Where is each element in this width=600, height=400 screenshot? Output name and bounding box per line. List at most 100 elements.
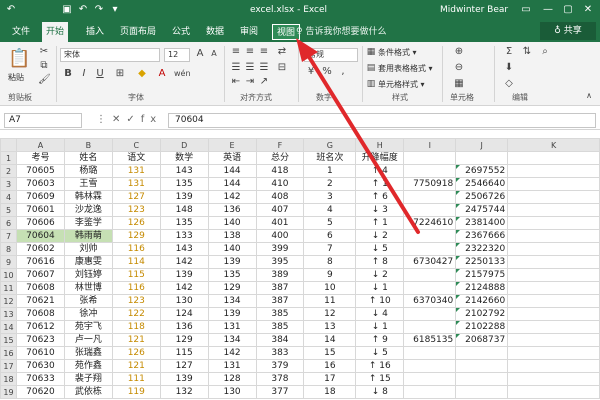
cell[interactable]: 114 [111, 255, 161, 269]
italic-icon[interactable]: I [78, 68, 90, 80]
increase-indent-icon[interactable]: ⇥ [244, 76, 256, 88]
sort-filter-icon[interactable]: ⇅ [520, 46, 534, 58]
cell[interactable]: 116 [111, 242, 161, 256]
cell[interactable] [403, 281, 457, 295]
column-header[interactable]: J [455, 138, 509, 152]
cell[interactable]: 126 [111, 216, 161, 230]
cut-icon[interactable]: ✂ [38, 46, 50, 58]
cell[interactable]: 389 [255, 268, 305, 282]
cell[interactable]: ↑ 15 [355, 372, 405, 386]
cell[interactable]: 123 [111, 203, 161, 217]
cell[interactable]: 144 [207, 177, 257, 191]
cell[interactable]: 395 [255, 255, 305, 269]
cell[interactable]: 407 [255, 203, 305, 217]
bold-icon[interactable]: B [62, 68, 74, 80]
cell[interactable] [403, 359, 457, 373]
cell[interactable]: 13 [303, 320, 357, 334]
cell[interactable] [507, 268, 600, 282]
cell[interactable]: 70601 [15, 203, 65, 217]
cell[interactable] [403, 203, 457, 217]
cell[interactable]: 124 [159, 307, 209, 321]
row-header[interactable]: 2 [0, 164, 17, 178]
row-header[interactable]: 17 [0, 359, 17, 373]
cell[interactable]: 韩雨萌 [63, 229, 113, 243]
cell[interactable]: 136 [159, 320, 209, 334]
cell[interactable]: ↑ 1 [355, 177, 405, 191]
customize-toolbar-icon[interactable]: ▾ [108, 3, 122, 17]
cell[interactable]: 139 [207, 255, 257, 269]
cell-style-button[interactable]: 单元格样式 ▾ [378, 79, 425, 90]
cell[interactable]: ↓ 5 [355, 242, 405, 256]
cell[interactable]: 377 [255, 385, 305, 399]
cell[interactable]: 张希 [63, 294, 113, 308]
cell[interactable]: 135 [159, 177, 209, 191]
cell[interactable]: 17 [303, 372, 357, 386]
cell[interactable]: 14 [303, 333, 357, 347]
cell[interactable]: 143 [159, 164, 209, 178]
cell[interactable]: ↓ 3 [355, 203, 405, 217]
cell[interactable]: 康惠雯 [63, 255, 113, 269]
cell[interactable]: 9 [303, 268, 357, 282]
cell[interactable]: 考号 [15, 151, 65, 165]
cell[interactable]: 140 [207, 242, 257, 256]
cell[interactable]: 2 [303, 177, 357, 191]
cell[interactable]: 70606 [15, 216, 65, 230]
decrease-indent-icon[interactable]: ⇤ [230, 76, 242, 88]
orientation-icon[interactable]: ↗ [258, 76, 270, 88]
cell[interactable]: 数学 [159, 151, 209, 165]
cell[interactable] [507, 372, 600, 386]
cell[interactable]: 378 [255, 372, 305, 386]
cell[interactable]: 139 [159, 190, 209, 204]
cell[interactable]: 李鉴学 [63, 216, 113, 230]
cell[interactable]: 70621 [15, 294, 65, 308]
cell[interactable]: 70603 [15, 177, 65, 191]
cell[interactable]: ↑ 6 [355, 190, 405, 204]
cell[interactable] [507, 177, 600, 191]
cell[interactable]: 131 [111, 177, 161, 191]
cell[interactable]: 123 [111, 294, 161, 308]
insert-cells-icon[interactable]: ⊕ [452, 46, 466, 58]
cell[interactable]: 144 [207, 164, 257, 178]
increase-font-icon[interactable]: A [194, 48, 206, 60]
cell[interactable]: 徐冲 [63, 307, 113, 321]
formula-bar-icons[interactable]: ⋮✕✓fx [96, 113, 162, 127]
cell[interactable]: 6185135 [403, 333, 457, 347]
column-header[interactable]: D [159, 138, 209, 152]
cell[interactable]: 15 [303, 346, 357, 360]
cell-style-icon[interactable]: ▥ [366, 78, 376, 90]
cell[interactable]: 131 [207, 320, 257, 334]
cell[interactable]: 2142660 [455, 294, 509, 308]
cell[interactable]: 379 [255, 359, 305, 373]
share-button[interactable]: ♁ 共享 [540, 22, 596, 40]
fill-icon[interactable]: ⬇ [502, 62, 516, 74]
underline-icon[interactable]: U [94, 68, 106, 80]
cell[interactable]: 7750918 [403, 177, 457, 191]
cell[interactable]: ↓ 1 [355, 281, 405, 295]
cell[interactable] [403, 229, 457, 243]
ribbon-display-icon[interactable]: ▭ [516, 2, 536, 18]
column-header[interactable]: K [507, 138, 600, 152]
cell[interactable] [455, 372, 509, 386]
cell[interactable]: 139 [159, 372, 209, 386]
row-header[interactable]: 6 [0, 216, 17, 230]
column-header[interactable]: E [207, 138, 257, 152]
cell[interactable]: 1 [303, 164, 357, 178]
align-left-icon[interactable]: ☰ [230, 62, 242, 74]
cell[interactable] [507, 333, 600, 347]
clear-icon[interactable]: ◇ [502, 78, 516, 90]
find-select-icon[interactable]: ⌕ [538, 46, 552, 58]
close-icon[interactable]: ✕ [578, 2, 598, 18]
paste-label[interactable]: 粘贴 [8, 72, 24, 83]
cell[interactable]: 英语 [207, 151, 257, 165]
cell[interactable]: 400 [255, 229, 305, 243]
column-header[interactable]: H [355, 138, 405, 152]
tab-insert[interactable]: 插入 [82, 24, 108, 40]
cell[interactable]: 70623 [15, 333, 65, 347]
cell[interactable] [403, 320, 457, 334]
cell[interactable] [403, 307, 457, 321]
cell[interactable]: 70612 [15, 320, 65, 334]
cell[interactable]: 131 [207, 359, 257, 373]
tab-file[interactable]: 文件 [8, 24, 34, 40]
currency-icon[interactable]: ¥ [304, 66, 318, 78]
cell[interactable]: 387 [255, 281, 305, 295]
